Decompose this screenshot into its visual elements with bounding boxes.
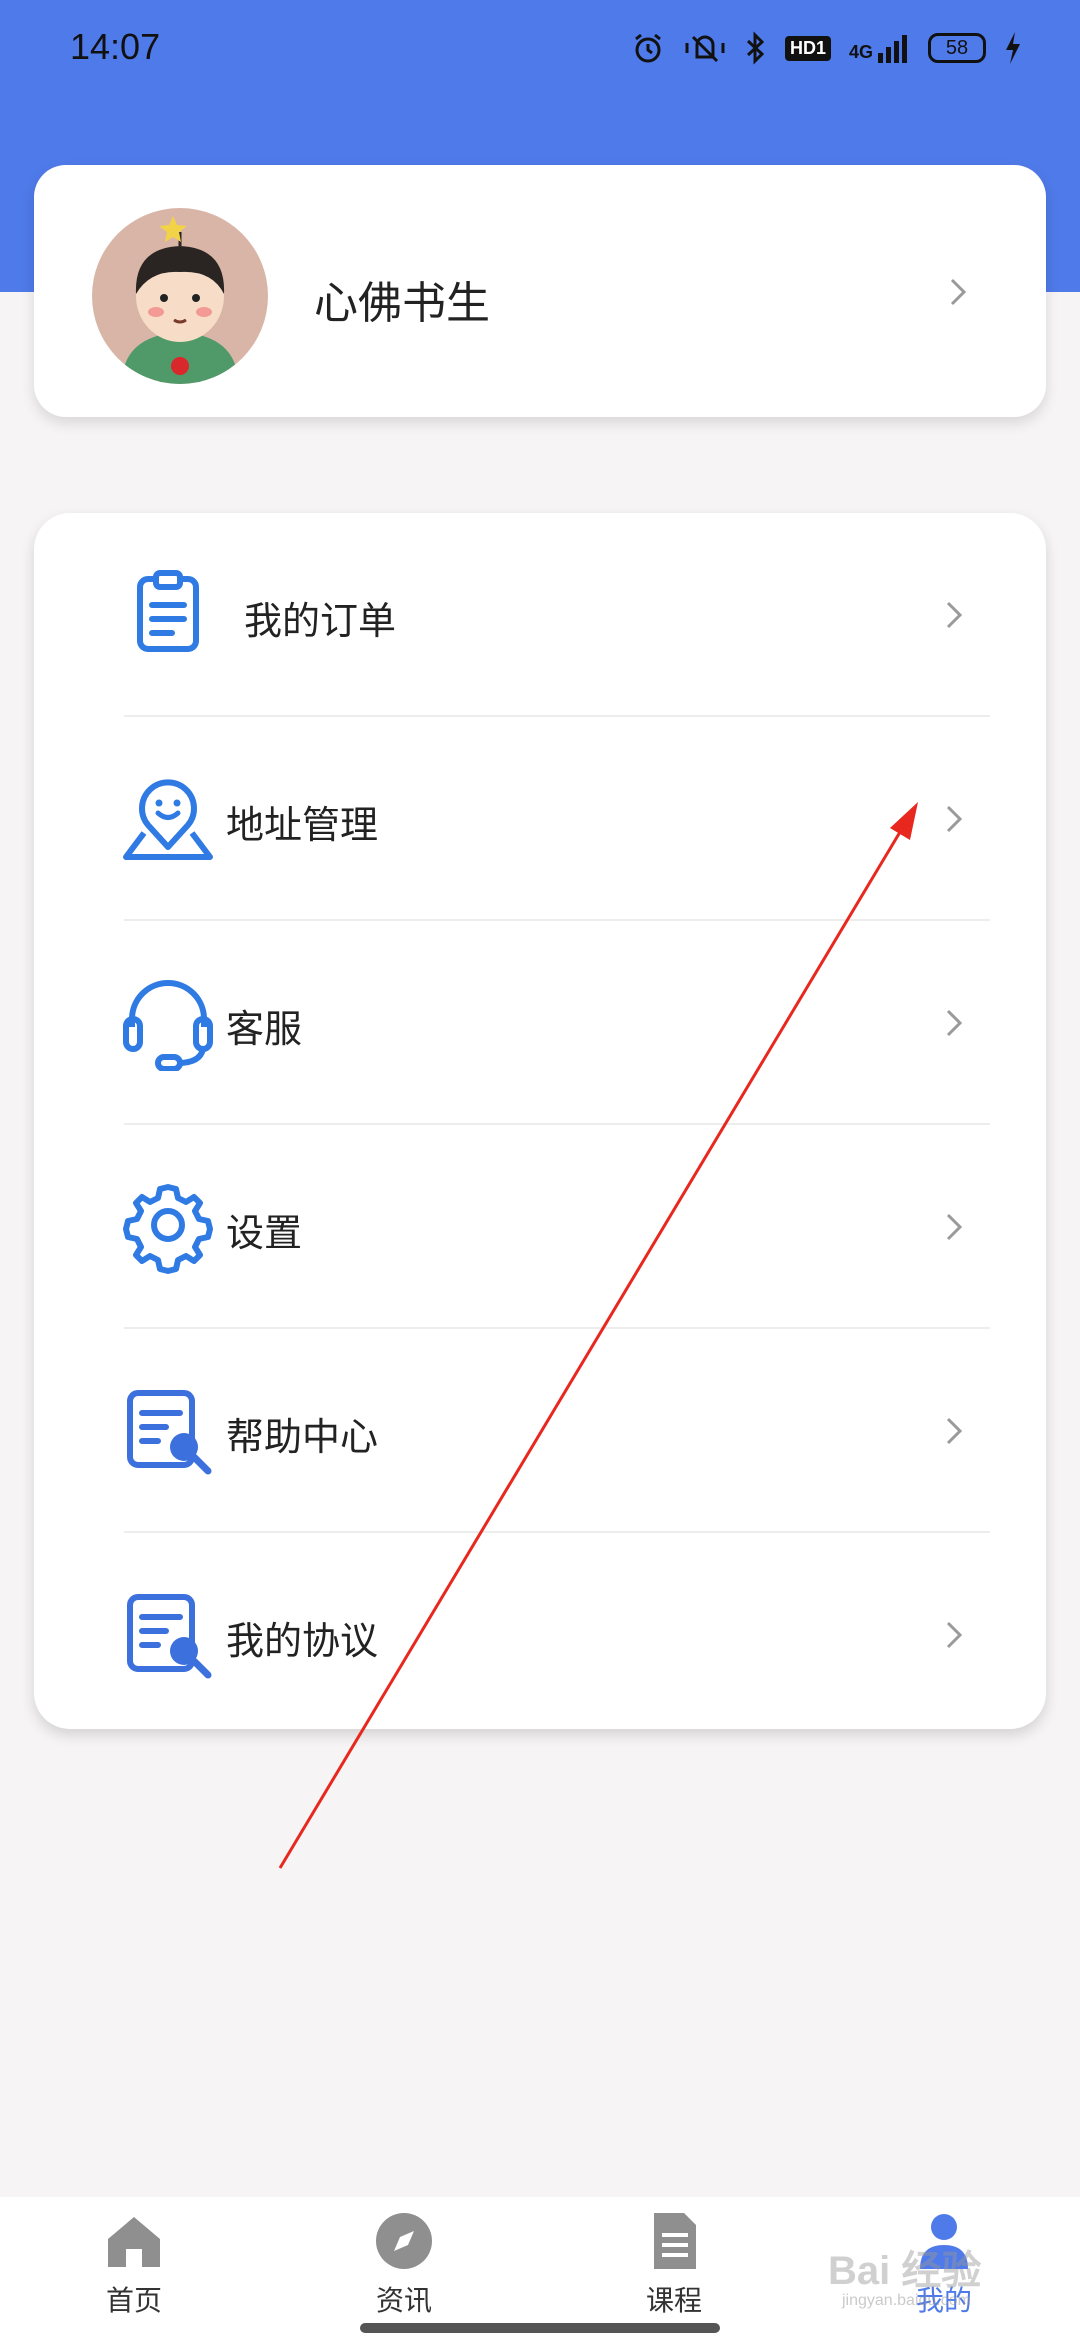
agreement-search-icon xyxy=(127,1594,212,1679)
status-icons: HD1 4G 58 xyxy=(631,26,1022,70)
address-pin-icon xyxy=(123,779,213,860)
chevron-right-icon xyxy=(946,1213,963,1241)
headset-icon xyxy=(123,980,213,1071)
profile-card[interactable]: 心佛书生 xyxy=(34,165,1046,417)
avatar[interactable] xyxy=(92,208,268,384)
order-clipboard-icon xyxy=(137,570,199,652)
menu-item-label: 地址管理 xyxy=(226,803,379,847)
tab-label: 首页 xyxy=(105,2284,162,2317)
document-icon xyxy=(654,2213,696,2269)
alarm-icon xyxy=(631,31,665,65)
menu-card: 我的订单 地址管理 客服 设置 帮助中心 我的协议 xyxy=(34,513,1046,1729)
charging-icon xyxy=(1004,32,1022,64)
menu-item-settings[interactable]: 设置 xyxy=(34,1125,1046,1328)
status-bar: 14:07 HD1 4G 58 xyxy=(0,0,1080,96)
profile-name: 心佛书生 xyxy=(314,278,490,329)
menu-item-help-center[interactable]: 帮助中心 xyxy=(34,1329,1046,1532)
menu-item-label: 客服 xyxy=(226,1007,303,1051)
menu-item-agreement[interactable]: 我的协议 xyxy=(34,1533,1046,1736)
tab-home[interactable]: 首页 xyxy=(44,2209,224,2329)
home-indicator[interactable] xyxy=(360,2323,720,2333)
tab-label: 资讯 xyxy=(375,2284,432,2317)
network-type: 4G xyxy=(848,42,873,62)
compass-icon xyxy=(376,2213,432,2269)
chevron-right-icon xyxy=(946,1417,963,1445)
menu-item-label: 我的订单 xyxy=(244,599,397,643)
menu-item-customer-service[interactable]: 客服 xyxy=(34,921,1046,1124)
chevron-right-icon xyxy=(946,1621,963,1649)
hd-badge: HD1 xyxy=(784,35,831,61)
tab-news[interactable]: 资讯 xyxy=(314,2209,494,2329)
menu-item-label: 帮助中心 xyxy=(226,1415,379,1459)
mute-vibrate-icon xyxy=(683,31,727,65)
chevron-right-icon[interactable] xyxy=(938,272,978,312)
help-search-icon xyxy=(127,1390,212,1475)
menu-item-address[interactable]: 地址管理 xyxy=(34,717,1046,920)
status-time: 14:07 xyxy=(70,26,161,67)
bluetooth-icon xyxy=(745,31,767,65)
menu-item-label: 我的协议 xyxy=(226,1619,379,1663)
tab-courses[interactable]: 课程 xyxy=(584,2209,764,2329)
signal-icon: 4G xyxy=(849,33,910,63)
tab-label: 课程 xyxy=(645,2284,702,2317)
gear-icon xyxy=(123,1184,213,1274)
watermark: Bai 经验 xyxy=(828,2249,982,2293)
menu-item-label: 设置 xyxy=(226,1211,303,1255)
battery-indicator: 58 xyxy=(928,33,986,63)
menu-item-orders[interactable]: 我的订单 xyxy=(34,513,1046,716)
chevron-right-icon xyxy=(946,1009,963,1037)
home-icon xyxy=(108,2217,160,2267)
watermark-url: jingyan.baidu.com xyxy=(842,2292,971,2309)
chevron-right-icon xyxy=(946,805,963,833)
chevron-right-icon xyxy=(946,601,963,629)
